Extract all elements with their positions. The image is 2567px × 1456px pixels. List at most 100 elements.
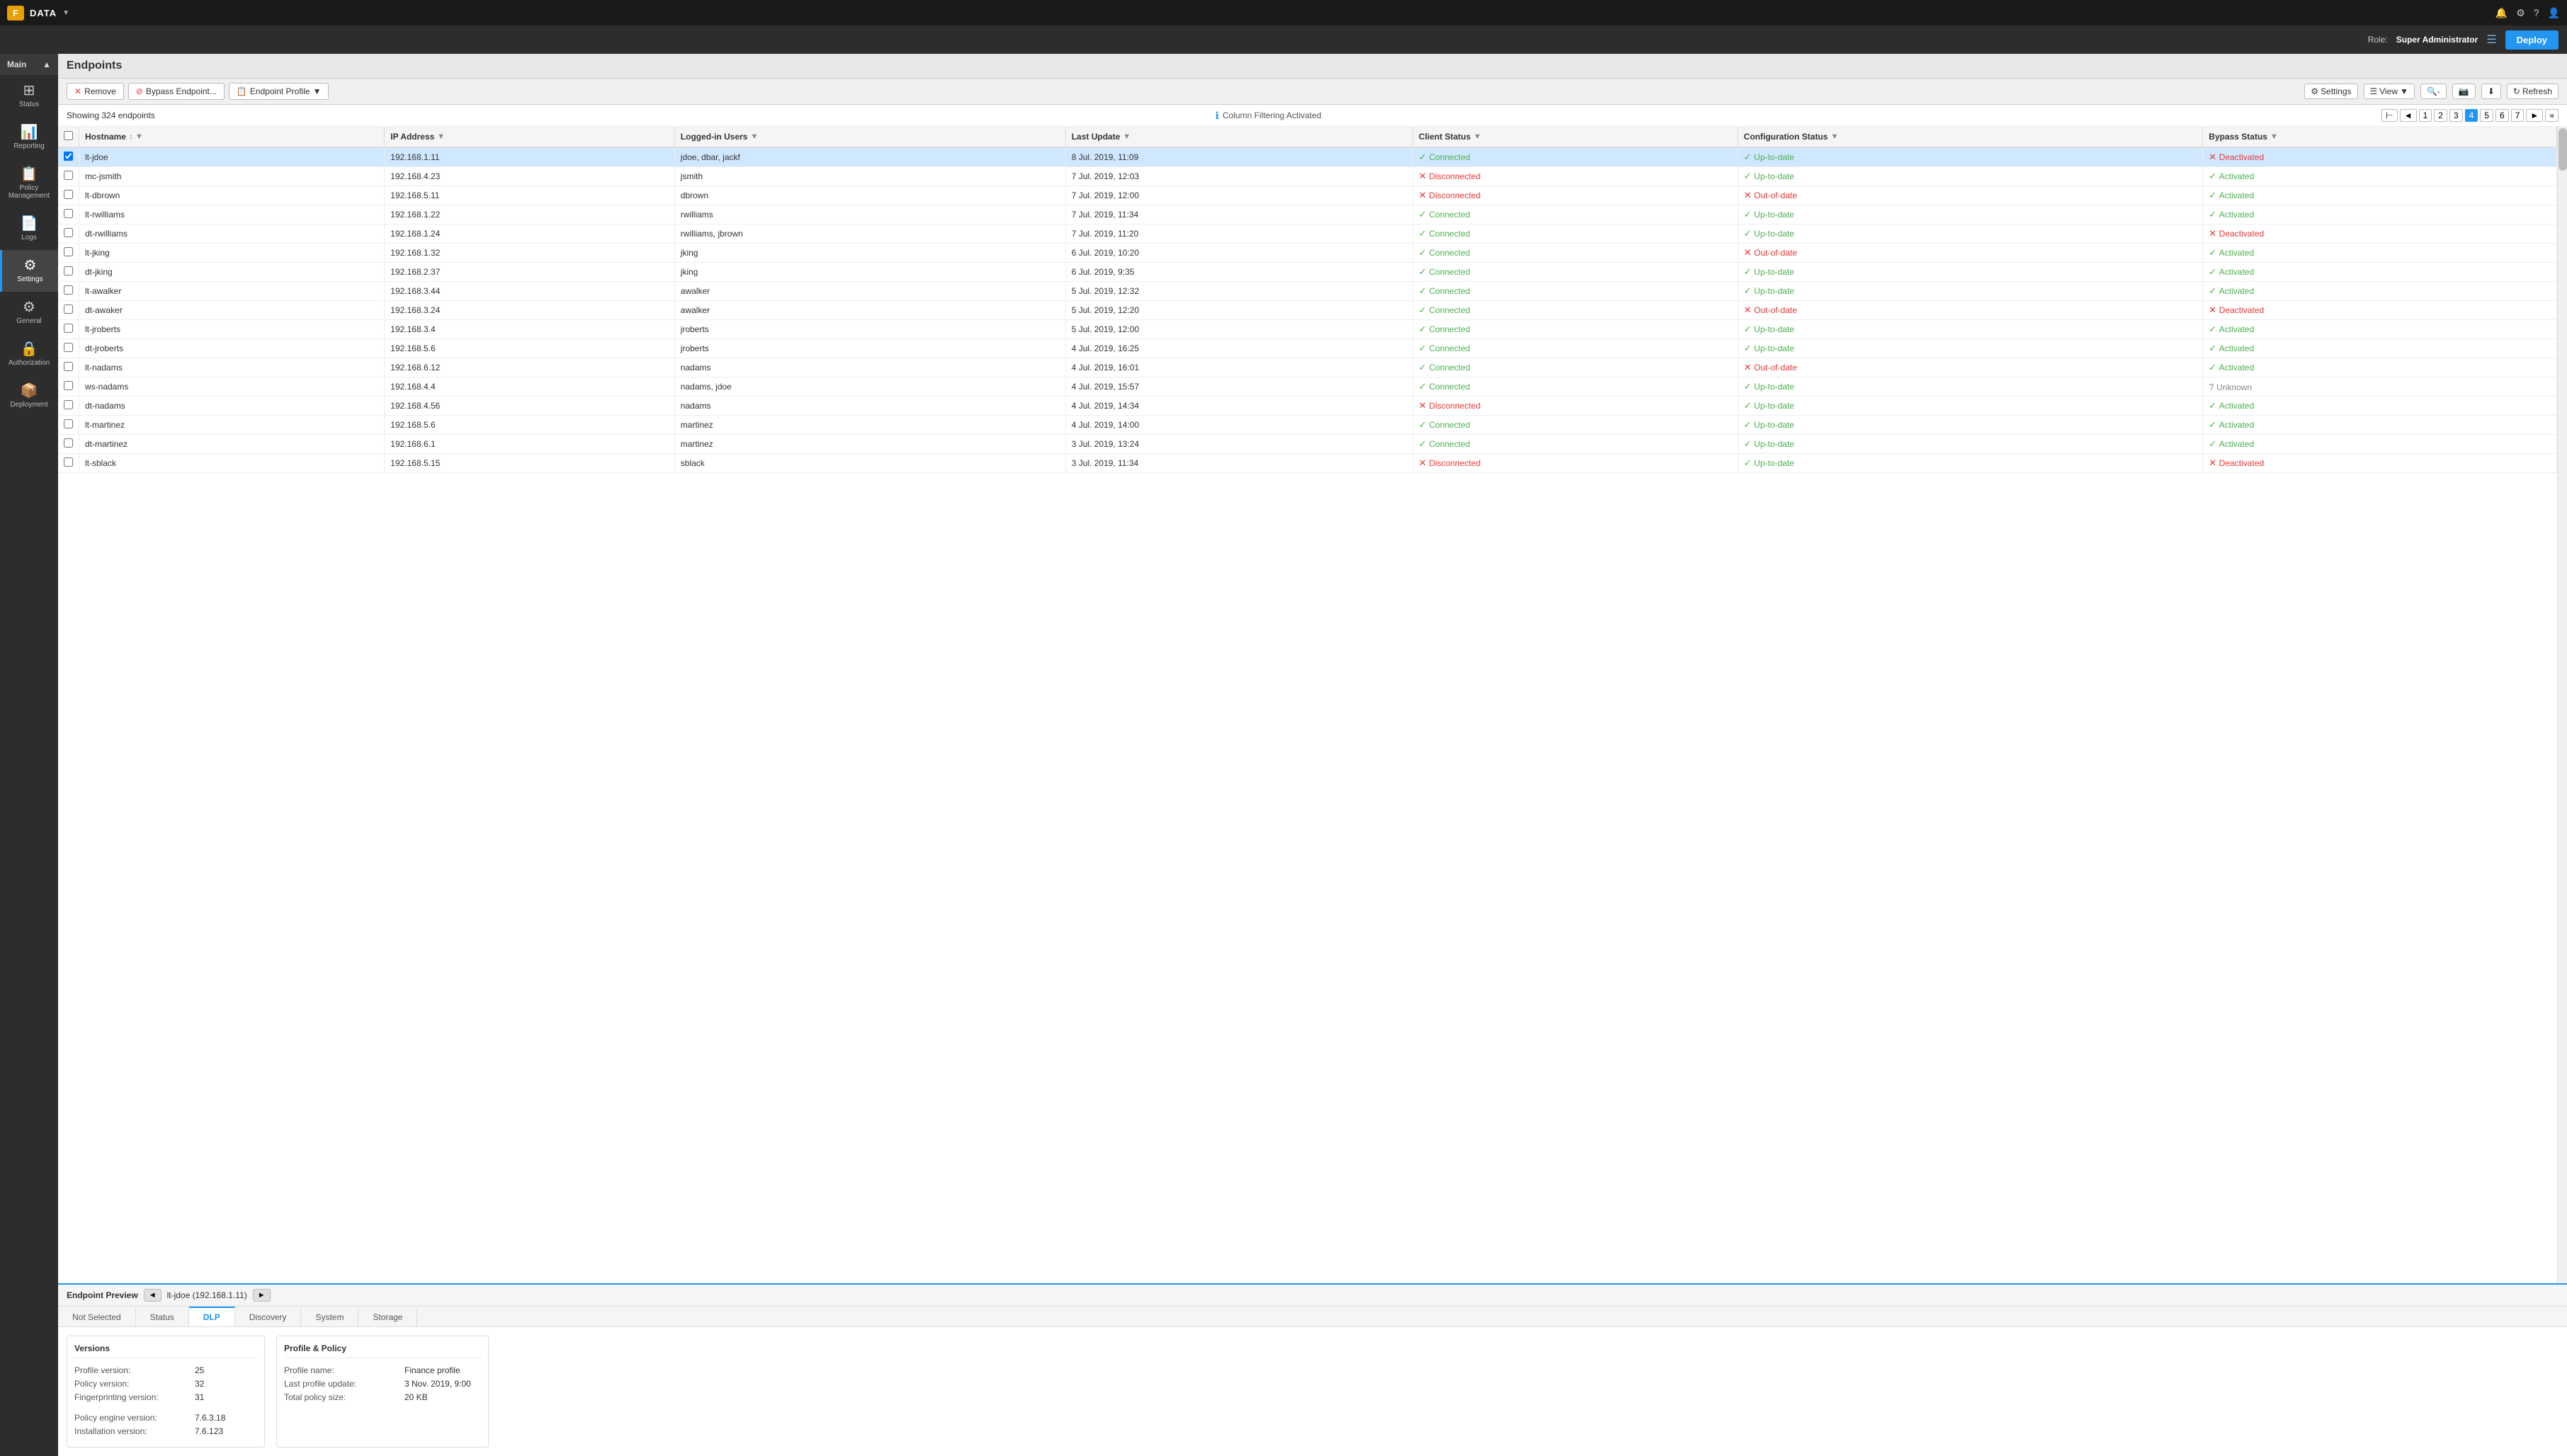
- row-checkbox[interactable]: [64, 438, 73, 448]
- tab-dlp[interactable]: DLP: [189, 1307, 235, 1326]
- row-checkbox[interactable]: [64, 209, 73, 218]
- tab-storage[interactable]: Storage: [358, 1307, 417, 1326]
- table-row[interactable]: lt-sblack192.168.5.15sblack3 Jul. 2019, …: [58, 454, 2557, 473]
- ip-filter-icon[interactable]: ▼: [437, 132, 445, 141]
- table-row[interactable]: lt-martinez192.168.5.6martinez4 Jul. 201…: [58, 416, 2557, 435]
- row-checkbox[interactable]: [64, 247, 73, 256]
- row-checkbox[interactable]: [64, 419, 73, 428]
- sidebar-item-general[interactable]: ⚙ General: [0, 292, 58, 334]
- row-checkbox[interactable]: [64, 324, 73, 333]
- table-row[interactable]: ws-nadams192.168.4.4nadams, jdoe4 Jul. 2…: [58, 377, 2557, 397]
- policy-version-row: Policy version: 32: [74, 1379, 257, 1389]
- table-row[interactable]: lt-nadams192.168.6.12nadams4 Jul. 2019, …: [58, 358, 2557, 377]
- update-filter-icon[interactable]: ▼: [1123, 132, 1130, 141]
- table-row[interactable]: dt-jking192.168.2.37jking6 Jul. 2019, 9:…: [58, 263, 2557, 282]
- page-5[interactable]: 5: [2480, 109, 2493, 122]
- ip-cell: 192.168.4.56: [385, 397, 675, 416]
- table-row[interactable]: lt-jking192.168.1.32jking6 Jul. 2019, 10…: [58, 244, 2557, 263]
- table-row[interactable]: lt-awalker192.168.3.44awalker5 Jul. 2019…: [58, 282, 2557, 301]
- select-all-checkbox[interactable]: [64, 131, 73, 140]
- scrollbar-thumb[interactable]: [2558, 128, 2567, 171]
- preview-prev-button[interactable]: ◄: [144, 1289, 162, 1302]
- table-row[interactable]: dt-awaker192.168.3.24awalker5 Jul. 2019,…: [58, 301, 2557, 320]
- row-checkbox[interactable]: [64, 171, 73, 180]
- sidebar-item-logs[interactable]: 📄 Logs: [0, 208, 58, 250]
- sidebar-collapse-icon[interactable]: ▲: [42, 59, 51, 69]
- sidebar-item-deployment[interactable]: 📦 Deployment: [0, 375, 58, 417]
- tab-system[interactable]: System: [301, 1307, 358, 1326]
- page-2[interactable]: 2: [2434, 109, 2447, 122]
- notifications-icon[interactable]: 🔔: [2495, 7, 2508, 19]
- tab-not-selected[interactable]: Not Selected: [58, 1307, 136, 1326]
- client-status-filter-icon[interactable]: ▼: [1473, 132, 1481, 141]
- users-filter-icon[interactable]: ▼: [750, 132, 758, 141]
- table-row[interactable]: lt-dbrown192.168.5.11dbrown7 Jul. 2019, …: [58, 186, 2557, 205]
- refresh-button[interactable]: ↻ Refresh: [2507, 84, 2558, 99]
- sidebar-item-policy-management[interactable]: 📋 Policy Management: [0, 159, 58, 208]
- sidebar-item-reporting[interactable]: 📊 Reporting: [0, 117, 58, 159]
- page-next-btn[interactable]: ►: [2526, 109, 2543, 122]
- row-checkbox[interactable]: [64, 381, 73, 390]
- row-checkbox[interactable]: [64, 400, 73, 409]
- ip-label: IP Address: [390, 132, 434, 142]
- list-icon[interactable]: ☰: [2486, 33, 2496, 47]
- vertical-scrollbar[interactable]: [2557, 127, 2567, 1283]
- sidebar-label-status: Status: [19, 101, 39, 108]
- user-icon[interactable]: 👤: [2548, 7, 2560, 19]
- page-3[interactable]: 3: [2449, 109, 2463, 122]
- deploy-button[interactable]: Deploy: [2505, 30, 2558, 50]
- pagination[interactable]: ⊢ ◄ 1 2 3 4 5 6 7 ► »: [2381, 109, 2558, 122]
- row-checkbox[interactable]: [64, 343, 73, 352]
- row-checkbox[interactable]: [64, 228, 73, 237]
- config-status-filter-icon[interactable]: ▼: [1830, 132, 1838, 141]
- view-button[interactable]: ☰ View ▼: [2364, 84, 2415, 99]
- tab-discovery[interactable]: Discovery: [235, 1307, 302, 1326]
- page-4[interactable]: 4: [2465, 109, 2478, 122]
- sidebar-item-status[interactable]: ⊞ Status: [0, 75, 58, 117]
- profile-button[interactable]: 📋 Endpoint Profile ▼: [229, 83, 329, 100]
- table-row[interactable]: dt-martinez192.168.6.1martinez3 Jul. 201…: [58, 435, 2557, 454]
- zoom-out-button[interactable]: 🔍-: [2420, 84, 2447, 99]
- row-checkbox[interactable]: [64, 266, 73, 275]
- config-status-cell: ✓ Up-to-date: [1738, 339, 2203, 358]
- sidebar-item-authorization[interactable]: 🔒 Authorization: [0, 334, 58, 375]
- bypass-button[interactable]: ⊘ Bypass Endpoint...: [128, 83, 225, 100]
- table-row[interactable]: lt-jdoe192.168.1.11jdoe, dbar, jackf8 Ju…: [58, 147, 2557, 167]
- remove-button[interactable]: ✕ Remove: [67, 83, 124, 100]
- row-checkbox[interactable]: [64, 190, 73, 199]
- preview-next-button[interactable]: ►: [253, 1289, 271, 1302]
- export-button[interactable]: ⬇: [2481, 84, 2501, 99]
- page-6[interactable]: 6: [2495, 109, 2509, 122]
- page-prev-btn[interactable]: ◄: [2400, 109, 2417, 122]
- tab-status[interactable]: Status: [136, 1307, 189, 1326]
- table-row[interactable]: lt-jroberts192.168.3.4jroberts5 Jul. 201…: [58, 320, 2557, 339]
- row-checkbox[interactable]: [64, 152, 73, 161]
- page-last-btn[interactable]: »: [2545, 109, 2558, 122]
- row-checkbox[interactable]: [64, 305, 73, 314]
- page-first-btn[interactable]: ⊢: [2381, 109, 2397, 122]
- table-row[interactable]: mc-jsmith192.168.4.23jsmith7 Jul. 2019, …: [58, 167, 2557, 186]
- page-1[interactable]: 1: [2419, 109, 2432, 122]
- page-7[interactable]: 7: [2511, 109, 2524, 122]
- app-dropdown-arrow[interactable]: ▼: [62, 9, 69, 17]
- table-row[interactable]: dt-rwilliams192.168.1.24rwilliams, jbrow…: [58, 224, 2557, 244]
- row-checkbox[interactable]: [64, 362, 73, 371]
- table-row[interactable]: dt-nadams192.168.4.56nadams4 Jul. 2019, …: [58, 397, 2557, 416]
- app-logo: F: [7, 6, 24, 21]
- client-status-cell: ✓ Connected: [1412, 263, 1738, 282]
- settings-icon[interactable]: ⚙: [2516, 7, 2525, 19]
- hostname-filter-icon[interactable]: ▼: [135, 132, 143, 141]
- row-checkbox[interactable]: [64, 285, 73, 295]
- toolbar-right: ⚙ Settings ☰ View ▼ 🔍- 📷 ⬇ ↻ Refresh: [2304, 84, 2558, 99]
- help-icon[interactable]: ?: [2534, 7, 2539, 18]
- camera-button[interactable]: 📷: [2452, 84, 2476, 99]
- x-icon: ✕: [1419, 400, 1429, 411]
- row-checkbox[interactable]: [64, 457, 73, 467]
- hostname-sort-icon[interactable]: ↕: [129, 133, 132, 141]
- sidebar-item-settings[interactable]: ⚙ Settings: [0, 250, 58, 292]
- table-row[interactable]: dt-jroberts192.168.5.6jroberts4 Jul. 201…: [58, 339, 2557, 358]
- table-row[interactable]: lt-rwilliams192.168.1.22rwilliams7 Jul. …: [58, 205, 2557, 224]
- bypass-status-filter-icon[interactable]: ▼: [2270, 132, 2278, 141]
- settings-toolbar-button[interactable]: ⚙ Settings: [2304, 84, 2357, 99]
- hostname-cell: lt-jroberts: [79, 320, 385, 339]
